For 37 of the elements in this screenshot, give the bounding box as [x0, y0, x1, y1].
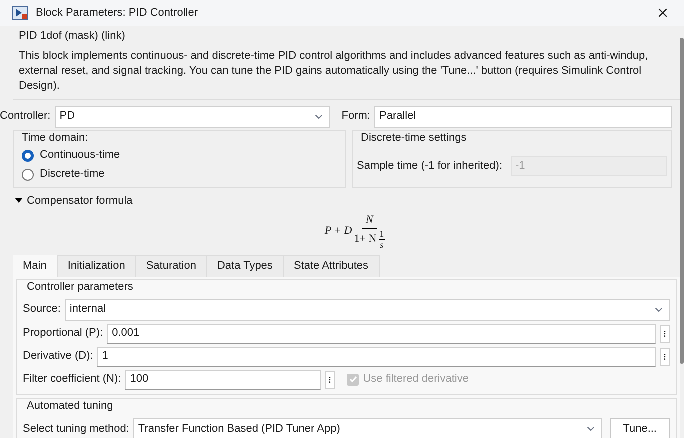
close-icon [656, 6, 670, 20]
group-title: Controller parameters [26, 280, 134, 295]
radio-option[interactable]: Discrete-time [18, 165, 341, 184]
field-label: Derivative (D): [23, 349, 94, 364]
group-title: Automated tuning [26, 398, 114, 414]
source-dropdown[interactable]: internal [64, 298, 670, 320]
field-label: Sample time (-1 for inherited): [357, 158, 502, 174]
tab[interactable]: Data Types [207, 255, 284, 277]
field-label: Form: [342, 109, 370, 124]
radio-option[interactable]: Continuous-time [18, 146, 341, 165]
field-label: Select tuning method: [23, 422, 130, 437]
controller-dropdown[interactable]: PD [54, 106, 330, 128]
tune-button[interactable]: Tune... [610, 418, 670, 438]
compensator-toggle[interactable]: Compensator formula [15, 192, 133, 209]
window-title: Block Parameters: PID Controller [36, 6, 199, 21]
field-label: Source: [23, 302, 61, 318]
field-label: Proportional (P): [23, 326, 104, 342]
more-options-button[interactable] [325, 370, 336, 388]
description-text: This block implements continuous- and discrete-time PID control algorithms and includes advanced features such as anti-windup, external reset, and signal tracking. You can tune the PID gains automatically using the 'Tune...' button (requires Simulink Control Design). [19, 48, 650, 94]
group-title: Discrete-time settings [360, 130, 468, 146]
input-field[interactable]: 1 [97, 346, 656, 366]
tab[interactable]: Initialization [58, 255, 136, 277]
input-field[interactable]: 100 [125, 370, 322, 390]
more-options-button[interactable] [660, 348, 670, 366]
tab[interactable]: State Attributes [284, 255, 380, 277]
triangle-icon [15, 198, 23, 204]
tab[interactable]: Saturation [136, 255, 208, 277]
form-field[interactable]: Parallel [374, 106, 672, 128]
field-label: Controller: [0, 109, 51, 124]
tab[interactable]: Main [13, 255, 58, 277]
input-field[interactable]: 0.001 [107, 324, 656, 344]
block-icon [12, 6, 28, 20]
field-label: Filter coefficient (N): [23, 372, 122, 388]
section-title: PID 1dof (mask) (link) [19, 29, 126, 44]
group-title: Time domain: [21, 130, 90, 146]
more-options-button[interactable] [660, 324, 670, 342]
tuning-method-dropdown[interactable]: Transfer Function Based (PID Tuner App) [133, 418, 602, 438]
